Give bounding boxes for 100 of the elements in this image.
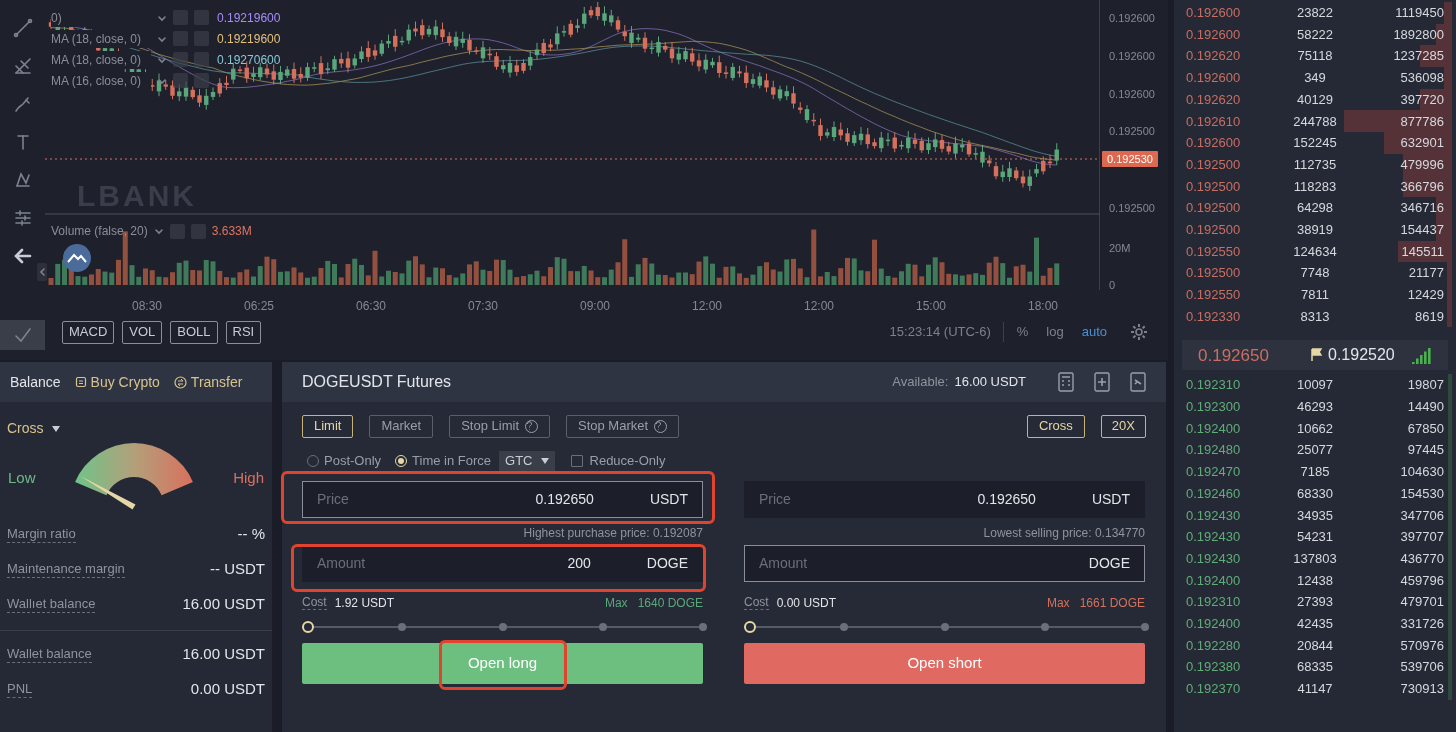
total-cell-text: 19807 bbox=[1407, 376, 1444, 395]
receipt-icon bbox=[74, 376, 87, 388]
amount-cell-text: 10097 bbox=[1296, 376, 1334, 395]
unit-label: DOGE bbox=[646, 554, 688, 573]
amount-cell-text: 25077 bbox=[1296, 441, 1334, 460]
margin-mode-button[interactable]: Cross bbox=[1026, 414, 1085, 438]
field-value: -- % bbox=[237, 524, 265, 545]
caret-icon[interactable] bbox=[153, 226, 164, 236]
back-arrow-icon[interactable] bbox=[12, 246, 33, 266]
last-price-tag: 0.192530 bbox=[1102, 151, 1158, 167]
price-cell-text: 0.192280 bbox=[1186, 636, 1242, 655]
axis-label: 09:00 bbox=[580, 298, 610, 315]
total-cell-text: 331726 bbox=[1400, 614, 1444, 633]
price-cell-text: 0.192550 bbox=[1186, 242, 1242, 261]
settings-icon[interactable] bbox=[1130, 323, 1148, 341]
amount-cell-text: 20844 bbox=[1296, 636, 1334, 655]
total-cell-text: 67850 bbox=[1407, 419, 1444, 438]
amount-cell-text: 112735 bbox=[1293, 155, 1337, 174]
slider-stop[interactable] bbox=[398, 623, 407, 631]
volume-label: Volume (false, 20) bbox=[51, 223, 148, 240]
study-button[interactable]: RSI bbox=[225, 320, 262, 344]
amount-cell-text: 244788 bbox=[1293, 112, 1337, 131]
slider-stop[interactable] bbox=[699, 623, 707, 631]
slider-thumb[interactable] bbox=[302, 621, 314, 633]
balance-tab[interactable]: Buy Crypto bbox=[74, 371, 160, 393]
trend-line-icon[interactable] bbox=[12, 18, 33, 38]
amount-cell-text: 7748 bbox=[1300, 264, 1330, 283]
margin-mode-dropdown[interactable]: Cross bbox=[7, 418, 60, 439]
amount-cell-text: 12438 bbox=[1296, 571, 1334, 590]
sliders-icon[interactable] bbox=[12, 208, 33, 228]
price-cell-text: 0.192430 bbox=[1186, 549, 1242, 568]
slider-stop[interactable] bbox=[498, 623, 507, 631]
option-label: Post-Only bbox=[324, 452, 382, 471]
axis-label: 07:30 bbox=[468, 298, 498, 315]
leverage-button[interactable]: 20X bbox=[1100, 414, 1146, 438]
field-value: 0.00 USDT bbox=[190, 679, 265, 700]
study-button[interactable]: VOL bbox=[122, 320, 163, 344]
total-cell-text: 1119450 bbox=[1395, 4, 1444, 23]
unit-label: DOGE bbox=[1088, 554, 1130, 573]
price-field[interactable]: Price 0.192650 USDT bbox=[744, 481, 1145, 518]
study-button[interactable]: BOLL bbox=[170, 320, 218, 344]
axis-label: 08:30 bbox=[132, 298, 162, 315]
checkmark-button[interactable] bbox=[0, 320, 45, 350]
time-in-force-select[interactable]: GTC bbox=[499, 451, 555, 471]
slider-stop[interactable] bbox=[1040, 623, 1049, 631]
slider-stop[interactable] bbox=[598, 623, 607, 631]
plus-card-icon[interactable] bbox=[1094, 372, 1110, 392]
amount-field[interactable]: Amount 200 DOGE bbox=[302, 545, 703, 582]
slider-stop[interactable] bbox=[840, 623, 849, 631]
balance-tab[interactable]: Transfer bbox=[173, 371, 243, 393]
amount-field[interactable]: Amount DOGE bbox=[744, 545, 1145, 582]
total-cell-text: 12429 bbox=[1407, 286, 1444, 305]
price-cell-text: 0.192400 bbox=[1186, 614, 1242, 633]
total-cell-text: 145511 bbox=[1401, 242, 1444, 261]
total-cell-text: 154530 bbox=[1400, 484, 1444, 503]
price-field[interactable]: Price 0.192650 USDT bbox=[302, 481, 703, 518]
field-value: 16.00 USDT bbox=[182, 644, 265, 665]
amount-cell-text: 152245 bbox=[1293, 134, 1337, 153]
total-cell-text: 632901 bbox=[1400, 134, 1444, 153]
available-value: 16.00 USDT bbox=[954, 373, 1026, 392]
cost-label: Cost bbox=[744, 596, 769, 610]
order-type-tab[interactable]: Limit bbox=[302, 414, 354, 438]
transfer-icon bbox=[173, 375, 187, 389]
brush-icon[interactable] bbox=[12, 94, 33, 114]
checkbox[interactable] bbox=[570, 455, 583, 467]
max-value: 1640 DOGE bbox=[637, 595, 703, 612]
calculator-icon[interactable] bbox=[1058, 372, 1074, 392]
price-cell-text: 0.192620 bbox=[1186, 47, 1242, 66]
price-cell-text: 0.192400 bbox=[1186, 419, 1242, 438]
swap-card-icon[interactable] bbox=[1130, 372, 1146, 392]
scale-option[interactable]: auto bbox=[1076, 322, 1112, 342]
collapse-button[interactable] bbox=[37, 263, 47, 281]
indicator-value: 0.19219600 bbox=[217, 30, 281, 48]
axis-label: 0.192600 bbox=[1109, 12, 1155, 24]
axis-label: 0.192600 bbox=[1109, 88, 1155, 100]
total-cell-text: 397720 bbox=[1400, 90, 1444, 109]
amount-cell-text: 68335 bbox=[1296, 658, 1334, 677]
total-cell-text: 539706 bbox=[1400, 658, 1444, 677]
balance-tab[interactable]: Balance bbox=[10, 371, 61, 393]
slider-thumb[interactable] bbox=[744, 621, 756, 633]
price-cell-text: 0.192600 bbox=[1186, 4, 1242, 23]
order-type-tab[interactable]: Stop Limit bbox=[449, 414, 550, 438]
scale-option[interactable]: log bbox=[1041, 322, 1069, 342]
price-cell-text: 0.192610 bbox=[1186, 112, 1242, 131]
study-button[interactable]: MACD bbox=[62, 320, 115, 344]
slider-stop[interactable] bbox=[1141, 623, 1149, 631]
chart-badge-icon[interactable] bbox=[62, 243, 92, 273]
placeholder-text: Amount bbox=[759, 554, 808, 573]
order-type-tab[interactable]: Market bbox=[369, 414, 434, 438]
total-cell-text: 366796 bbox=[1400, 177, 1444, 196]
amount-cell-text: 118283 bbox=[1293, 177, 1337, 196]
clock-text: 15:23:14 (UTC-6) bbox=[889, 322, 1004, 342]
price-cell-text: 0.192500 bbox=[1186, 220, 1242, 239]
fork-lines-icon[interactable] bbox=[12, 56, 33, 76]
price-cell-text: 0.192300 bbox=[1186, 398, 1242, 417]
total-cell-text: 97445 bbox=[1407, 441, 1444, 460]
scale-option[interactable]: % bbox=[1011, 322, 1034, 342]
order-type-tab[interactable]: Stop Market bbox=[566, 414, 680, 438]
amount-cell-text: 23822 bbox=[1296, 4, 1334, 23]
slider-stop[interactable] bbox=[940, 623, 949, 631]
